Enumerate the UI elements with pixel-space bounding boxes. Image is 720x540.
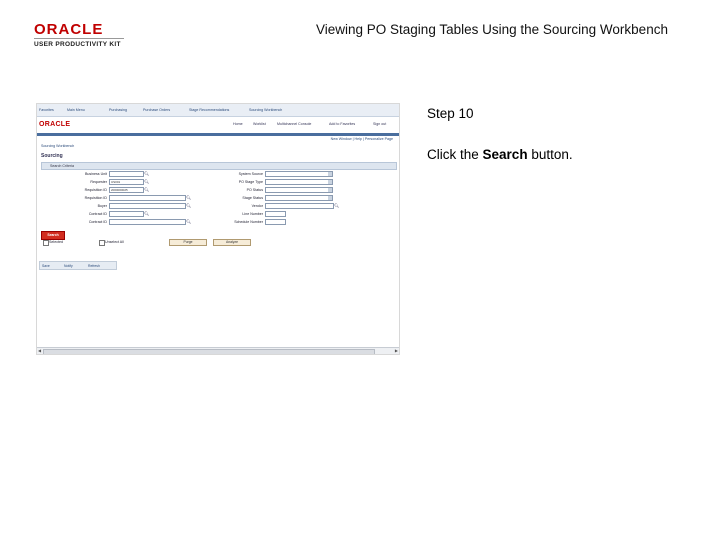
oracle-upk-logo: ORACLE USER PRODUCTIVITY KIT [34, 22, 124, 48]
field-label: Requester [90, 180, 107, 184]
field-label: Requisition ID [84, 188, 107, 192]
header-links[interactable]: New Window | Help | Personalize Page [331, 137, 393, 141]
unselect-label: Unselect All [105, 240, 124, 244]
app-logo: ORACLE [39, 121, 71, 128]
vendor-input[interactable] [265, 203, 334, 209]
page-title: Viewing PO Staging Tables Using the Sour… [316, 22, 668, 37]
menu-signout[interactable]: Sign out [373, 122, 386, 126]
step-label: Step 10 [427, 106, 474, 121]
search-button[interactable]: Search [41, 231, 65, 240]
stage-status-select[interactable] [265, 195, 333, 201]
lookup-icon[interactable]: 🔍︎ [144, 211, 149, 216]
field-label: Buyer [97, 204, 107, 208]
field-label: Business Unit [85, 172, 107, 176]
menu-home[interactable]: Home [233, 122, 243, 126]
analyze-button[interactable]: Analyze [213, 239, 251, 246]
nav-item[interactable]: Stage Recommendations [189, 108, 229, 112]
refresh-link[interactable]: Refresh [88, 264, 100, 268]
section-label: Search Criteria [50, 164, 74, 168]
save-link[interactable]: Save [42, 264, 50, 268]
field-label: Requisition ID [84, 196, 107, 200]
system-source-select[interactable] [265, 171, 333, 177]
horizontal-scrollbar[interactable]: ◀ ▶ [37, 347, 399, 354]
schedule-number-input[interactable] [265, 219, 286, 225]
lookup-icon[interactable]: 🔍︎ [144, 179, 149, 184]
menu-bar [37, 133, 399, 136]
purge-button[interactable]: Purge [169, 239, 207, 246]
field-label: Line Number [242, 212, 263, 216]
lookup-icon[interactable]: 🔍︎ [334, 203, 339, 208]
scroll-left-icon[interactable]: ◀ [38, 348, 41, 353]
lookup-icon[interactable]: 🔍︎ [144, 171, 149, 176]
lookup-icon[interactable]: 🔍︎ [186, 203, 191, 208]
field-label: System Source [238, 172, 263, 176]
nav-item[interactable]: Sourcing Workbench [249, 108, 282, 112]
line-number-input[interactable] [265, 211, 286, 217]
instruction-suffix: button. [527, 147, 573, 162]
notify-link[interactable]: Notify [64, 264, 73, 268]
nav-item[interactable]: Purchase Orders [143, 108, 170, 112]
nav-item[interactable]: Favorites [39, 108, 54, 112]
po-stage-type-select[interactable] [265, 179, 333, 185]
contract-line-input[interactable] [109, 219, 186, 225]
app-header: ORACLE Home Worklist Multichannel Consol… [37, 117, 399, 133]
requisition-name-input[interactable] [109, 195, 186, 201]
requisition-id-input[interactable]: 2000000025 [109, 187, 144, 193]
scroll-right-icon[interactable]: ▶ [395, 348, 398, 353]
search-criteria-header[interactable]: Search Criteria [41, 162, 397, 170]
scroll-thumb[interactable] [43, 349, 375, 354]
field-label: PO Stage Type [238, 180, 263, 184]
application-screenshot: Favorites Main Menu Purchasing Purchase … [36, 103, 400, 355]
instruction-bold: Search [482, 147, 528, 162]
instruction-text: Click the Search button. [427, 147, 573, 162]
field-label: Schedule Number [234, 220, 263, 224]
field-label: Stage Status [242, 196, 263, 200]
field-label: Vendor [251, 204, 263, 208]
contract-id-input[interactable] [109, 211, 144, 217]
nav-item[interactable]: Main Menu [67, 108, 85, 112]
po-status-select[interactable] [265, 187, 333, 193]
app-page-title: Sourcing [41, 153, 63, 159]
business-unit-input[interactable] [109, 171, 144, 177]
lookup-icon[interactable]: 🔍︎ [144, 187, 149, 192]
requester-input[interactable]: US001 [109, 179, 144, 185]
field-label: Contract ID [88, 220, 107, 224]
menu-favorites[interactable]: Add to Favorites [329, 122, 355, 126]
instruction-prefix: Click the [427, 147, 483, 162]
field-label: PO Status [246, 188, 263, 192]
logo-brand: ORACLE [34, 21, 104, 38]
breadcrumb[interactable]: Sourcing Workbench [41, 144, 74, 148]
buyer-input[interactable] [109, 203, 186, 209]
top-navigation: Favorites Main Menu Purchasing Purchase … [37, 104, 399, 117]
field-label: Contract ID [88, 212, 107, 216]
select-label: Selected [49, 240, 63, 244]
logo-tagline: USER PRODUCTIVITY KIT [34, 38, 124, 48]
menu-worklist[interactable]: Worklist [253, 122, 266, 126]
menu-console[interactable]: Multichannel Console [277, 122, 311, 126]
nav-item[interactable]: Purchasing [109, 108, 127, 112]
lookup-icon[interactable]: 🔍︎ [186, 195, 191, 200]
lookup-icon[interactable]: 🔍︎ [186, 219, 191, 224]
bottom-action-bar: Save Notify Refresh [39, 261, 117, 270]
